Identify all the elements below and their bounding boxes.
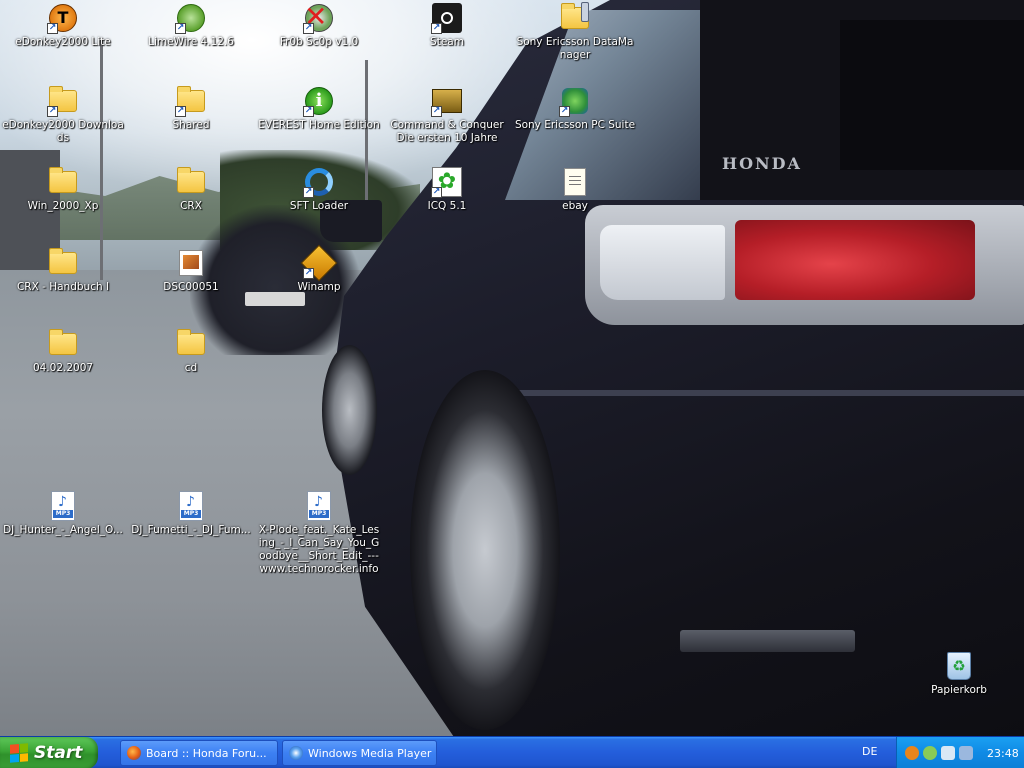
- wallpaper-bumper: [490, 390, 1024, 396]
- limewire-icon: ↗: [175, 2, 207, 34]
- wallpaper-front-wheel: [322, 345, 377, 475]
- desktop-icon-recycle-bin[interactable]: ♻ Papierkorb: [896, 650, 1022, 697]
- desktop-icon-dj-hunter-mp3[interactable]: ♪ MP3 DJ_Hunter_-_Angel_O...: [0, 490, 126, 537]
- wallpaper-rear-wheel: [410, 370, 560, 730]
- everest-icon: i ↗: [303, 85, 335, 117]
- edonkey-icon: T ↗: [47, 2, 79, 34]
- desktop-icon-win-2000-xp[interactable]: Win_2000_Xp: [0, 166, 126, 213]
- wallpaper-pole: [100, 40, 103, 280]
- desktop-icon-sony-ericsson-pc-suite[interactable]: ↗ Sony Ericsson PC Suite: [512, 85, 638, 132]
- start-button[interactable]: Start: [0, 737, 98, 768]
- recycle-bin-icon: ♻: [943, 650, 975, 682]
- taskbar-button-windows-media-player[interactable]: Windows Media Player: [282, 740, 437, 766]
- network-icon[interactable]: [959, 746, 973, 760]
- desktop-icon-crx-handbuch[interactable]: CRX - Handbuch I: [0, 247, 126, 294]
- frob-icon: ✕ ↗: [303, 1, 335, 34]
- desktop-icon-dj-fumetti-mp3[interactable]: ♪ MP3 DJ_Fumetti_-_DJ_Fum...: [128, 490, 254, 537]
- mp3-file-icon: ♪ MP3: [303, 490, 335, 522]
- taskbar-button-label: Windows Media Player: [308, 746, 432, 760]
- desktop-icon-frob-scop[interactable]: ✕ ↗ Fr0b Sc0p v1.0: [256, 1, 382, 49]
- winamp-icon: ↗: [300, 244, 338, 282]
- sony-ericsson-datamanager-icon: [559, 2, 591, 34]
- folder-icon: [47, 166, 79, 198]
- taskbar-button-label: Board :: Honda Foru...: [146, 746, 267, 760]
- start-label: Start: [34, 743, 83, 763]
- windows-media-player-icon: [289, 746, 303, 760]
- folder-icon: ↗: [47, 85, 79, 117]
- desktop-icon-ebay[interactable]: ebay: [512, 166, 638, 213]
- folder-icon: [175, 166, 207, 198]
- limewire-tray-icon[interactable]: [923, 746, 937, 760]
- folder-icon: [47, 247, 79, 279]
- folder-icon: ↗: [175, 85, 207, 117]
- mp3-file-icon: ♪ MP3: [175, 490, 207, 522]
- sony-ericsson-pc-suite-icon: ↗: [559, 85, 591, 117]
- desktop-icon-limewire[interactable]: ↗ LimeWire 4.12.6: [128, 2, 254, 49]
- desktop-icon-steam[interactable]: ↗ Steam: [384, 2, 510, 49]
- text-document-icon: [559, 166, 591, 198]
- desktop-icon-icq[interactable]: ✿ ↗ ICQ 5.1: [384, 166, 510, 213]
- wallpaper-tail-light-red: [735, 220, 975, 300]
- desktop-icon-everest[interactable]: i ↗ EVEREST Home Edition: [256, 85, 382, 132]
- wallpaper-reflector: [680, 630, 855, 652]
- system-tray: 23:48: [896, 737, 1024, 768]
- safely-remove-hardware-icon[interactable]: [941, 746, 955, 760]
- desktop-icon-command-conquer[interactable]: ↗ Command & Conquer Die ersten 10 Jahre: [384, 85, 510, 145]
- desktop-icon-crx[interactable]: CRX: [128, 166, 254, 213]
- wallpaper-far-car-plate: [245, 292, 305, 306]
- desktop-icon-edonkey-downloads[interactable]: ↗ eDonkey2000 Downloads: [0, 85, 126, 145]
- windows-logo-icon: [10, 743, 28, 763]
- edonkey-tray-icon[interactable]: [905, 746, 919, 760]
- taskbar: Start Board :: Honda Foru... Windows Med…: [0, 736, 1024, 768]
- honda-badge: HONDA: [722, 154, 802, 173]
- wallpaper-car-rear-glass: [840, 20, 1024, 170]
- folder-icon: [175, 328, 207, 360]
- desktop-icon-cd[interactable]: cd: [128, 328, 254, 375]
- desktop-icon-04-02-2007[interactable]: 04.02.2007: [0, 328, 126, 375]
- firefox-icon: [127, 746, 141, 760]
- command-conquer-icon: ↗: [431, 85, 463, 117]
- taskbar-button-firefox[interactable]: Board :: Honda Foru...: [120, 740, 278, 766]
- wallpaper-tail-light-clear: [600, 225, 725, 300]
- desktop-icon-edonkey[interactable]: T ↗ eDonkey2000 Lite: [0, 2, 126, 49]
- desktop-icon-dsc00051[interactable]: DSC00051: [128, 247, 254, 294]
- icq-icon: ✿ ↗: [431, 166, 463, 198]
- desktop-icon-sony-ericsson-datamanager[interactable]: Sony Ericsson DataManager: [512, 2, 638, 62]
- steam-icon: ↗: [431, 2, 463, 34]
- desktop-icon-shared[interactable]: ↗ Shared: [128, 85, 254, 132]
- clock[interactable]: 23:48: [987, 747, 1019, 760]
- language-indicator[interactable]: DE: [862, 745, 877, 758]
- folder-icon: [47, 328, 79, 360]
- mp3-file-icon: ♪ MP3: [47, 490, 79, 522]
- sft-loader-icon: ↗: [303, 166, 335, 198]
- image-file-icon: [175, 247, 207, 279]
- desktop-icon-sft-loader[interactable]: ↗ SFT Loader: [256, 166, 382, 213]
- desktop-icon-winamp[interactable]: ↗ Winamp: [256, 244, 382, 294]
- desktop-icon-x-plode-mp3[interactable]: ♪ MP3 X-Plode_feat._Kate_Lesing_-_I_Can_S…: [256, 490, 382, 576]
